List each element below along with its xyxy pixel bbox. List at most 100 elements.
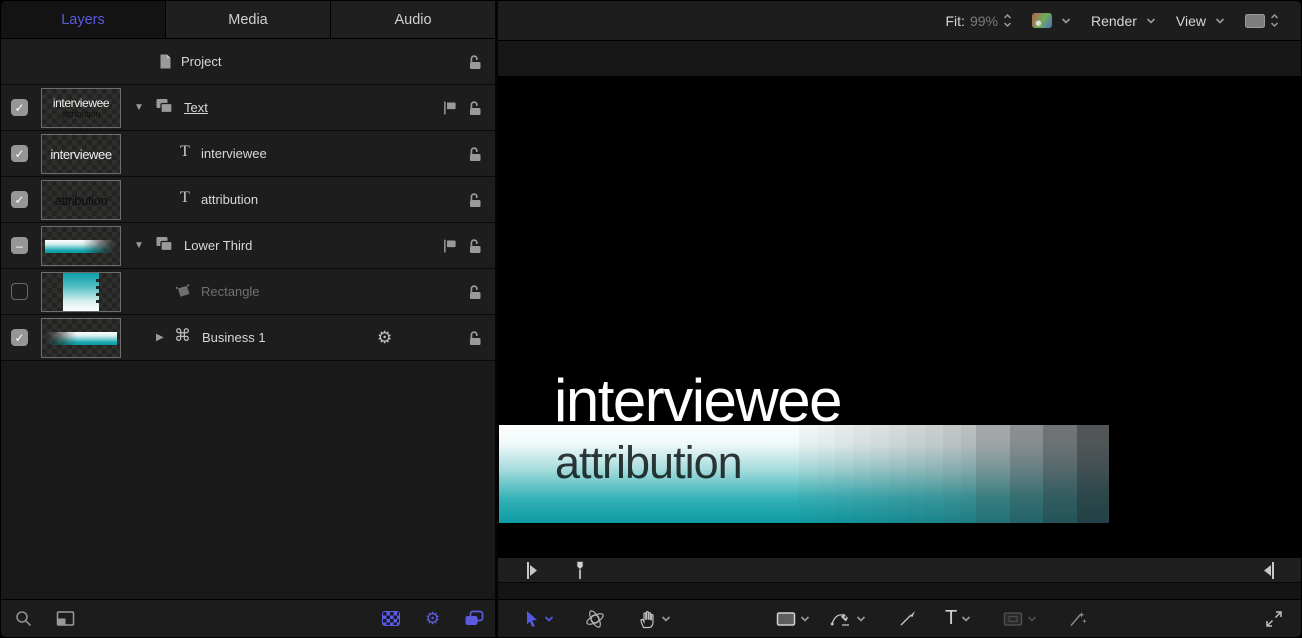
thumbnail-interviewee: interviewee: [41, 134, 121, 174]
layer-label-project: Project: [181, 54, 221, 69]
fit-label: Fit:: [946, 13, 965, 29]
canvas-title-text[interactable]: interviewee: [554, 371, 841, 431]
disclosure-down-icon[interactable]: ▼: [134, 102, 144, 113]
panel-tabbar: Layers Media Audio: [1, 1, 495, 39]
chevron-down-icon: [544, 615, 554, 623]
layer-label-attribution[interactable]: attribution: [201, 192, 258, 207]
rectangle-tool[interactable]: [776, 600, 810, 637]
replicator-icon: ⌘: [174, 326, 191, 346]
layer-label-rectangle[interactable]: Rectangle: [201, 284, 260, 299]
tab-media[interactable]: Media: [166, 1, 331, 38]
project-document-icon: [157, 53, 173, 70]
layers-footer: ⚙: [1, 599, 495, 637]
layout-swatch-icon: [1245, 14, 1265, 28]
thumbnail-display-icon[interactable]: [56, 610, 75, 627]
lock-open-icon[interactable]: [466, 330, 483, 346]
thumbnail-rectangle: [41, 272, 121, 312]
render-dropdown[interactable]: Render: [1091, 13, 1156, 29]
mini-timeline[interactable]: [498, 558, 1301, 583]
chevron-down-icon: [961, 615, 971, 623]
text-tool[interactable]: T: [945, 600, 971, 637]
thumb-text: interviewee: [50, 148, 111, 161]
shape-icon: [173, 282, 193, 300]
pan-tool[interactable]: [638, 600, 671, 637]
layer-row-business-1[interactable]: ✓ ▶ ⌘ Business 1 ⚙: [1, 315, 495, 361]
lock-open-icon[interactable]: [466, 284, 483, 300]
wand-sparkle-icon: [1068, 610, 1088, 628]
flag-icon: [442, 100, 458, 116]
out-point-marker[interactable]: [1261, 561, 1275, 580]
flag-icon: [442, 238, 458, 254]
canvas-toolbar: T: [498, 599, 1301, 637]
layers-empty-area: [1, 361, 495, 599]
paint-stroke-tool[interactable]: [898, 600, 917, 637]
canvas-subtitle-text[interactable]: attribution: [555, 440, 742, 485]
checkbox-attribution[interactable]: ✓: [11, 191, 28, 208]
checkbox-interviewee[interactable]: ✓: [11, 145, 28, 162]
viewer-pane: Fit: 99% Render View: [498, 1, 1301, 637]
timeline-gap: [498, 583, 1301, 599]
gear-blue-icon: ⚙: [425, 610, 440, 627]
checkbox-rectangle-unchecked[interactable]: [11, 283, 28, 300]
channels-dropdown[interactable]: [1032, 13, 1071, 28]
viewer-toolbar: Fit: 99% Render View: [498, 1, 1301, 41]
layer-row-rectangle[interactable]: Rectangle: [1, 269, 495, 315]
tab-audio[interactable]: Audio: [331, 1, 495, 38]
canvas-area[interactable]: interviewee attribution: [498, 41, 1301, 558]
search-icon[interactable]: [15, 610, 33, 628]
disclosure-right-icon[interactable]: ▶: [156, 332, 164, 343]
show-filters-toggle[interactable]: [464, 610, 484, 627]
layer-label-text[interactable]: Text: [184, 100, 208, 115]
adjust-item-tool[interactable]: [1068, 600, 1088, 637]
text-layer-icon: T: [180, 189, 190, 207]
show-behaviors-toggle[interactable]: ⚙: [425, 610, 440, 627]
chevron-down-icon: [661, 615, 671, 623]
thumb-line1: interviewee: [53, 97, 109, 110]
layer-label-interviewee[interactable]: interviewee: [201, 146, 267, 161]
layer-label-lower-third[interactable]: Lower Third: [184, 238, 252, 253]
thumb-line2: attribution: [62, 110, 100, 120]
thumbnail-lower-third: [41, 226, 121, 266]
chevron-down-icon: [856, 615, 866, 623]
disclosure-down-icon[interactable]: ▼: [134, 240, 144, 251]
bezier-pen-tool[interactable]: [830, 600, 866, 637]
window-layout-control[interactable]: [1245, 13, 1279, 28]
layer-row-text-group[interactable]: ✓ interviewee attribution ▼ Text: [1, 85, 495, 131]
project-canvas[interactable]: interviewee attribution: [498, 76, 1301, 558]
motion-window: Layers Media Audio Project ✓: [0, 0, 1302, 638]
checkbox-lower-third-mixed[interactable]: –: [11, 237, 28, 254]
lock-open-icon[interactable]: [466, 146, 483, 162]
checkbox-business-1[interactable]: ✓: [11, 329, 28, 346]
tab-layers[interactable]: Layers: [1, 1, 166, 38]
text-tool-icon: T: [945, 607, 957, 630]
lock-open-icon[interactable]: [466, 192, 483, 208]
playhead[interactable]: [574, 560, 586, 581]
expand-fullscreen-button[interactable]: [1265, 600, 1283, 637]
layer-row-interviewee[interactable]: ✓ interviewee T interviewee: [1, 131, 495, 177]
checkbox-text-group[interactable]: ✓: [11, 99, 28, 116]
select-transform-tool[interactable]: [524, 600, 554, 637]
group-icon: [155, 236, 174, 253]
gear-icon[interactable]: ⚙: [377, 328, 392, 348]
fit-value: 99%: [970, 13, 998, 29]
layer-row-project[interactable]: Project: [1, 39, 495, 85]
text-layer-icon: T: [180, 143, 190, 161]
view-dropdown[interactable]: View: [1176, 13, 1225, 29]
layer-label-business-1[interactable]: Business 1: [202, 330, 266, 345]
lock-open-icon[interactable]: [466, 100, 483, 116]
layers-list: Project ✓ interviewee attribution ▼: [1, 39, 495, 361]
thumb-text: attribution: [55, 193, 108, 208]
stepper-icon[interactable]: [1003, 13, 1012, 28]
view-label: View: [1176, 13, 1206, 29]
lock-open-icon[interactable]: [466, 54, 483, 70]
zoom-level-control[interactable]: Fit: 99%: [946, 13, 1012, 29]
pen-icon: [830, 609, 852, 629]
show-masks-toggle[interactable]: [382, 611, 400, 626]
in-point-marker[interactable]: [526, 561, 540, 580]
stepper-icon: [1270, 13, 1279, 28]
layer-row-attribution[interactable]: ✓ attribution T attribution: [1, 177, 495, 223]
3d-transform-tool[interactable]: [584, 600, 606, 637]
lock-open-icon[interactable]: [466, 238, 483, 254]
mask-tool-disabled: [1003, 600, 1037, 637]
layer-row-lower-third[interactable]: – ▼ Lower Third: [1, 223, 495, 269]
